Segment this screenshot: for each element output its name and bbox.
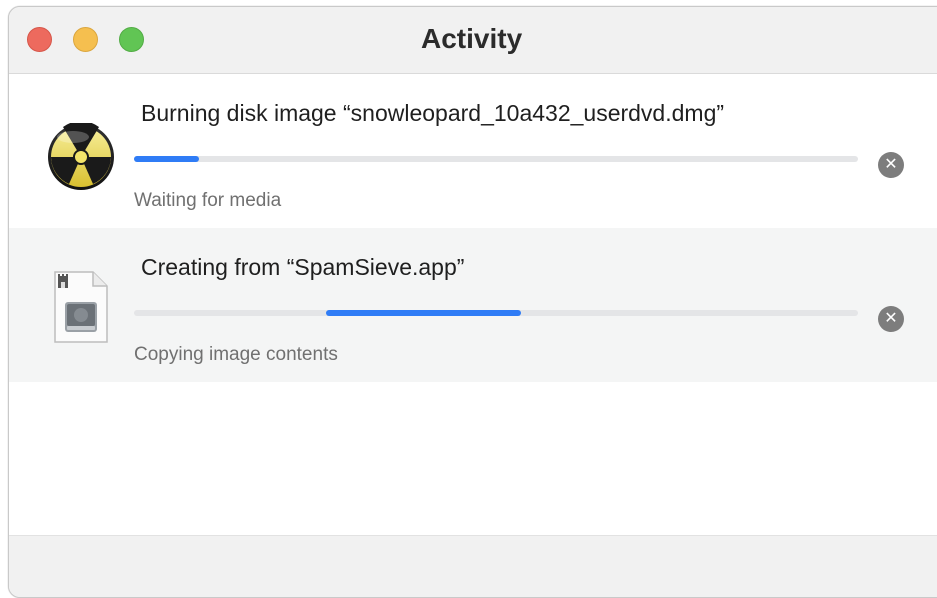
window-title: Activity [421, 23, 523, 54]
activity-status: Waiting for media [134, 190, 282, 211]
disk-image-document-icon [54, 271, 108, 343]
activity-title: Creating from “SpamSieve.app” [141, 254, 465, 280]
bottom-bar [9, 535, 937, 597]
x-circle-icon: ✕ [884, 156, 898, 173]
activity-row-creating: Creating from “SpamSieve.app” Copying im… [9, 228, 937, 382]
activity-window: Activity Burning disk image “snowleopard… [8, 6, 937, 598]
progress-bar [134, 310, 858, 316]
stop-button[interactable]: ✕ [878, 306, 904, 332]
progress-fill [325, 310, 522, 316]
progress-bar [134, 156, 858, 162]
activity-row-burning: Burning disk image “snowleopard_10a432_u… [9, 74, 937, 228]
activity-status: Copying image contents [134, 344, 338, 365]
zoom-window-button[interactable] [119, 27, 144, 52]
x-circle-icon: ✕ [884, 310, 898, 327]
minimize-window-button[interactable] [73, 27, 98, 52]
title-bar[interactable]: Activity [9, 7, 937, 74]
stop-button[interactable]: ✕ [878, 152, 904, 178]
activity-title: Burning disk image “snowleopard_10a432_u… [141, 100, 725, 126]
close-window-button[interactable] [27, 27, 52, 52]
burn-disc-icon [48, 123, 114, 190]
progress-fill [134, 156, 200, 162]
